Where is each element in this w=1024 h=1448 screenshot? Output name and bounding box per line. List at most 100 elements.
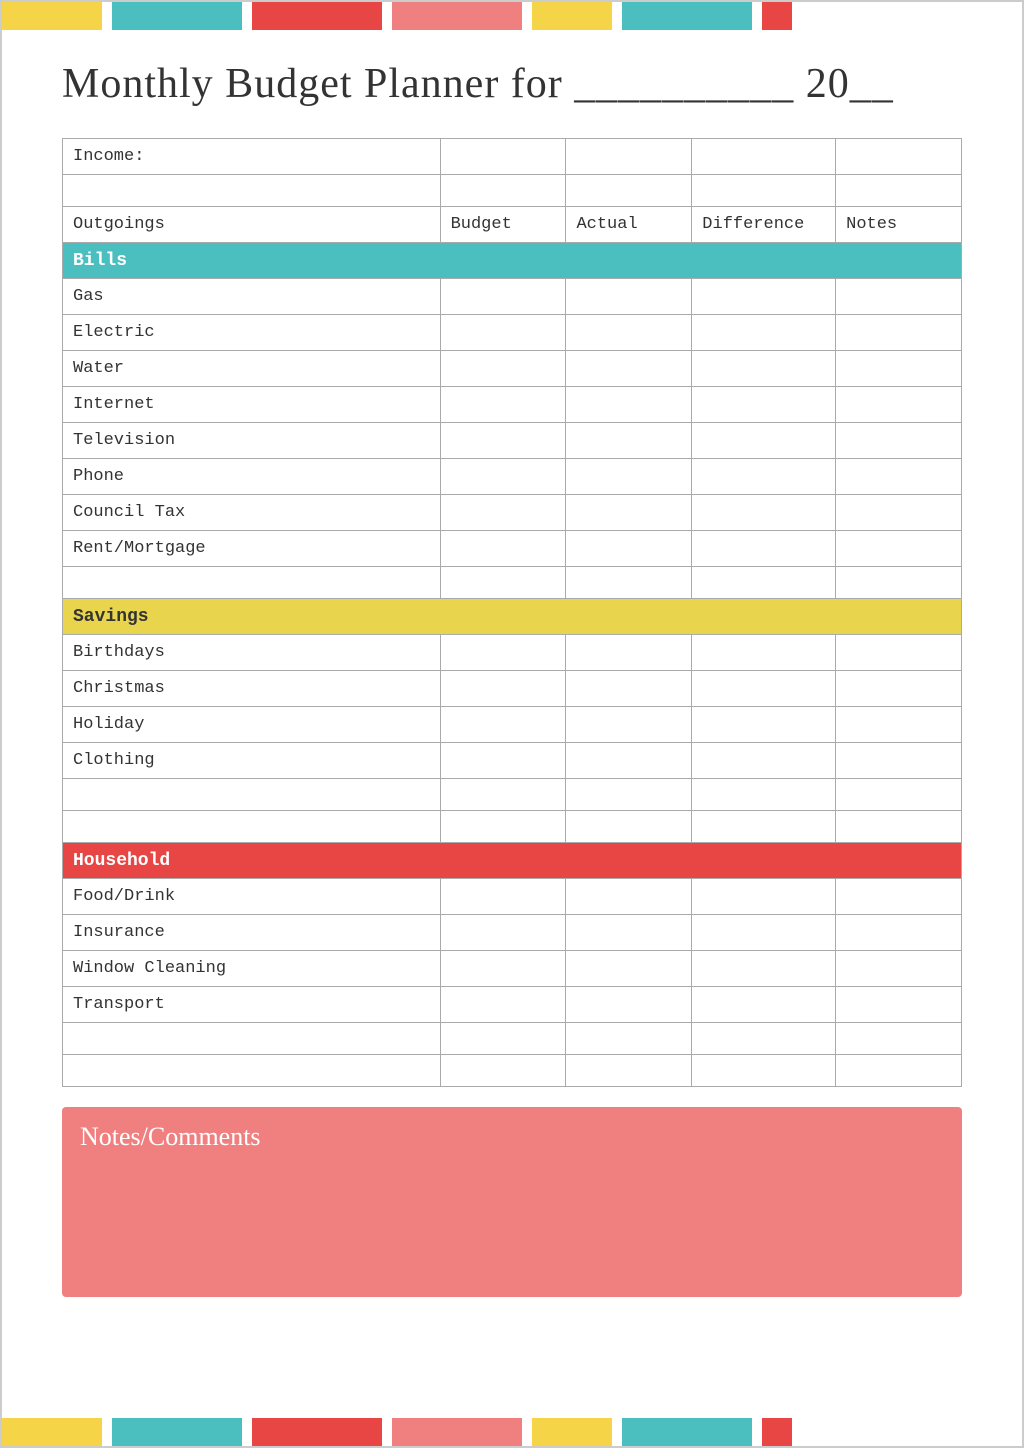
header-notes: Notes xyxy=(836,207,962,243)
deco-bar xyxy=(762,1418,792,1446)
electric-notes[interactable] xyxy=(836,315,962,351)
deco-bar xyxy=(522,1418,532,1446)
income-diff-cell[interactable] xyxy=(692,139,836,175)
row-rent-mortgage: Rent/Mortgage xyxy=(63,531,962,567)
internet-notes[interactable] xyxy=(836,387,962,423)
item-transport: Transport xyxy=(63,987,441,1023)
electric-actual[interactable] xyxy=(566,315,692,351)
internet-budget[interactable] xyxy=(440,387,566,423)
window-cleaning-budget[interactable] xyxy=(440,951,566,987)
clothing-actual[interactable] xyxy=(566,743,692,779)
birthdays-actual[interactable] xyxy=(566,635,692,671)
notes-content-area[interactable] xyxy=(80,1162,944,1282)
phone-budget[interactable] xyxy=(440,459,566,495)
blank-row-4 xyxy=(63,811,962,843)
item-phone: Phone xyxy=(63,459,441,495)
window-cleaning-actual[interactable] xyxy=(566,951,692,987)
television-notes[interactable] xyxy=(836,423,962,459)
council-tax-budget[interactable] xyxy=(440,495,566,531)
food-drink-notes[interactable] xyxy=(836,879,962,915)
deco-bar xyxy=(242,2,252,30)
christmas-notes[interactable] xyxy=(836,671,962,707)
window-cleaning-notes[interactable] xyxy=(836,951,962,987)
row-holiday: Holiday xyxy=(63,707,962,743)
item-rent-mortgage: Rent/Mortgage xyxy=(63,531,441,567)
rent-mortgage-diff[interactable] xyxy=(692,531,836,567)
deco-bar xyxy=(532,2,612,30)
deco-bar xyxy=(752,1418,762,1446)
column-headers-row: Outgoings Budget Actual Difference Notes xyxy=(63,207,962,243)
row-transport: Transport xyxy=(63,987,962,1023)
electric-budget[interactable] xyxy=(440,315,566,351)
row-gas: Gas xyxy=(63,279,962,315)
section-household-header: Household xyxy=(63,843,962,879)
income-actual-cell[interactable] xyxy=(566,139,692,175)
notes-title: Notes/Comments xyxy=(80,1122,944,1152)
insurance-actual[interactable] xyxy=(566,915,692,951)
gas-diff[interactable] xyxy=(692,279,836,315)
holiday-actual[interactable] xyxy=(566,707,692,743)
transport-notes[interactable] xyxy=(836,987,962,1023)
phone-actual[interactable] xyxy=(566,459,692,495)
television-actual[interactable] xyxy=(566,423,692,459)
christmas-budget[interactable] xyxy=(440,671,566,707)
holiday-notes[interactable] xyxy=(836,707,962,743)
birthdays-notes[interactable] xyxy=(836,635,962,671)
council-tax-diff[interactable] xyxy=(692,495,836,531)
rent-mortgage-notes[interactable] xyxy=(836,531,962,567)
television-diff[interactable] xyxy=(692,423,836,459)
clothing-diff[interactable] xyxy=(692,743,836,779)
holiday-diff[interactable] xyxy=(692,707,836,743)
water-notes[interactable] xyxy=(836,351,962,387)
electric-diff[interactable] xyxy=(692,315,836,351)
clothing-budget[interactable] xyxy=(440,743,566,779)
christmas-actual[interactable] xyxy=(566,671,692,707)
transport-actual[interactable] xyxy=(566,987,692,1023)
deco-bar xyxy=(762,2,792,30)
item-insurance: Insurance xyxy=(63,915,441,951)
income-budget-cell[interactable] xyxy=(440,139,566,175)
food-drink-diff[interactable] xyxy=(692,879,836,915)
rent-mortgage-budget[interactable] xyxy=(440,531,566,567)
food-drink-actual[interactable] xyxy=(566,879,692,915)
gas-budget[interactable] xyxy=(440,279,566,315)
water-actual[interactable] xyxy=(566,351,692,387)
insurance-notes[interactable] xyxy=(836,915,962,951)
birthdays-budget[interactable] xyxy=(440,635,566,671)
water-budget[interactable] xyxy=(440,351,566,387)
item-christmas: Christmas xyxy=(63,671,441,707)
blank-row-5 xyxy=(63,1023,962,1055)
income-notes-cell[interactable] xyxy=(836,139,962,175)
internet-diff[interactable] xyxy=(692,387,836,423)
council-tax-actual[interactable] xyxy=(566,495,692,531)
internet-actual[interactable] xyxy=(566,387,692,423)
water-diff[interactable] xyxy=(692,351,836,387)
phone-diff[interactable] xyxy=(692,459,836,495)
item-electric: Electric xyxy=(63,315,441,351)
gas-actual[interactable] xyxy=(566,279,692,315)
item-holiday: Holiday xyxy=(63,707,441,743)
holiday-budget[interactable] xyxy=(440,707,566,743)
row-council-tax: Council Tax xyxy=(63,495,962,531)
council-tax-notes[interactable] xyxy=(836,495,962,531)
page-title: Monthly Budget Planner for __________ 20… xyxy=(62,60,962,108)
phone-notes[interactable] xyxy=(836,459,962,495)
insurance-diff[interactable] xyxy=(692,915,836,951)
clothing-notes[interactable] xyxy=(836,743,962,779)
deco-bar xyxy=(522,2,532,30)
notes-comments-box[interactable]: Notes/Comments xyxy=(62,1107,962,1297)
header-actual: Actual xyxy=(566,207,692,243)
television-budget[interactable] xyxy=(440,423,566,459)
transport-diff[interactable] xyxy=(692,987,836,1023)
gas-notes[interactable] xyxy=(836,279,962,315)
deco-bar xyxy=(392,1418,522,1446)
deco-bar xyxy=(252,1418,382,1446)
item-window-cleaning: Window Cleaning xyxy=(63,951,441,987)
birthdays-diff[interactable] xyxy=(692,635,836,671)
food-drink-budget[interactable] xyxy=(440,879,566,915)
window-cleaning-diff[interactable] xyxy=(692,951,836,987)
insurance-budget[interactable] xyxy=(440,915,566,951)
rent-mortgage-actual[interactable] xyxy=(566,531,692,567)
transport-budget[interactable] xyxy=(440,987,566,1023)
christmas-diff[interactable] xyxy=(692,671,836,707)
